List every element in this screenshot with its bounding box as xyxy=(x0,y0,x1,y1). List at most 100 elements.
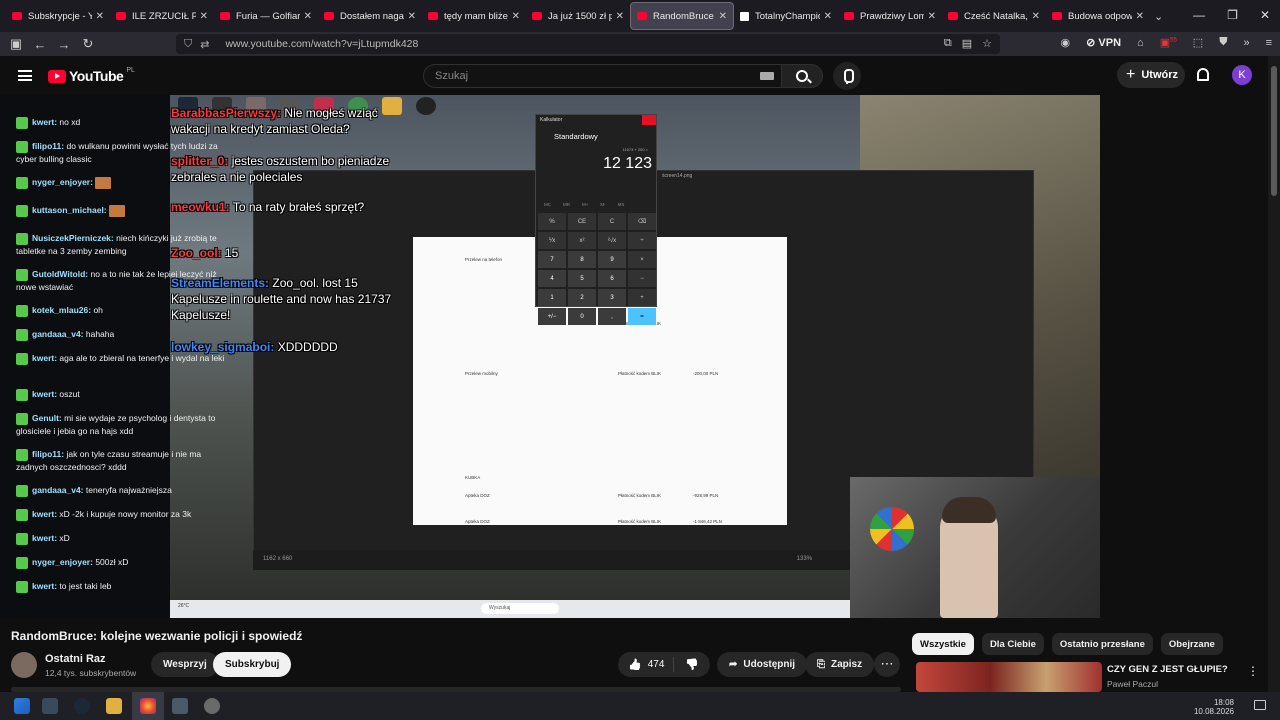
recommendation-channel[interactable]: Paweł Paczul xyxy=(1107,679,1158,689)
app-menu-icon[interactable]: ≡ xyxy=(1266,37,1272,49)
chat-text: teneryfa najważniejsza xyxy=(85,485,172,495)
tab-close-icon[interactable]: ✕ xyxy=(512,11,520,22)
tab-title: Cześć Natalka, mo xyxy=(964,10,1028,22)
vpn-button[interactable]: ⊘ VPN xyxy=(1086,36,1121,49)
forward-icon[interactable]: → xyxy=(52,37,76,52)
minimize-icon[interactable]: — xyxy=(1193,8,1205,22)
search-input[interactable]: Szukaj xyxy=(423,64,785,88)
page-scrollbar[interactable] xyxy=(1268,56,1280,692)
browser-tab[interactable]: Cześć Natalka, mo ✕ xyxy=(942,2,1046,30)
channel-name[interactable]: Ostatni Raz xyxy=(45,653,106,665)
browser-tab[interactable]: RandomBruce ✕ xyxy=(630,2,734,30)
recommendation-filter-chips: Wszystkie Dla Ciebie Ostatnio przesłane Obe… xyxy=(912,633,1223,655)
steam-icon[interactable] xyxy=(74,698,90,714)
search-button[interactable] xyxy=(781,64,823,88)
start-icon[interactable] xyxy=(14,698,30,714)
chat-badge-icon xyxy=(16,484,28,497)
browser-tab[interactable]: ILE ZRZUCIŁ PO P ✕ xyxy=(110,2,214,30)
firefox-icon[interactable] xyxy=(140,698,156,714)
browser-tab[interactable]: Dostałem naganę ✕ xyxy=(318,2,422,30)
transaction-amount: -1 846,42 PLN xyxy=(693,519,723,524)
video-player[interactable]: kwert: no xd filipo11: do wulkanu powinni… xyxy=(0,95,1100,618)
bookmark-star-icon[interactable]: ☆ xyxy=(982,37,992,50)
picture-in-picture-icon[interactable]: ⧉ xyxy=(944,37,952,50)
filter-chip[interactable]: Obejrzane xyxy=(1160,633,1223,655)
tab-close-icon[interactable]: ✕ xyxy=(1032,11,1040,22)
vpn-label: VPN xyxy=(1098,37,1122,49)
extension-icon[interactable]: ◉ xyxy=(1061,36,1071,49)
create-button[interactable]: + Utwórz xyxy=(1117,62,1185,88)
overlay-chat-line: meowku1: To na raty brałeś sprzęt? xyxy=(171,199,401,215)
shield-icon[interactable]: ⛉ xyxy=(184,38,192,51)
more-tools-icon[interactable]: » xyxy=(1243,37,1249,49)
filter-chip[interactable]: Ostatnio przesłane xyxy=(1051,633,1153,655)
dislike-button[interactable] xyxy=(674,658,710,671)
system-clock[interactable]: 18:08 10.08.2026 xyxy=(1194,698,1234,716)
browser-tab[interactable]: tędy mam bliżej - ✕ xyxy=(422,2,526,30)
restore-icon[interactable]: ❐ xyxy=(1227,8,1238,22)
join-button[interactable]: Wesprzyj xyxy=(151,652,219,677)
scrollbar-thumb[interactable] xyxy=(1271,66,1277,196)
share-button[interactable]: ➦ Udostępnij xyxy=(717,652,808,677)
notifications-icon[interactable] xyxy=(1254,700,1266,710)
recommendation-thumbnail[interactable] xyxy=(916,662,1102,692)
ublock-icon[interactable]: ⛊ xyxy=(1219,36,1227,49)
adblock-icon[interactable]: ▣55 xyxy=(1160,36,1177,49)
browser-tab[interactable]: Budowa odpowiad ✕ xyxy=(1046,2,1150,30)
chat-username: filipo11: xyxy=(32,141,65,151)
sidebar-toggle-icon[interactable]: ▣ xyxy=(4,36,28,52)
explorer-icon[interactable] xyxy=(42,698,58,714)
reload-icon[interactable]: ↻ xyxy=(76,36,100,52)
chat-username: kwert: xyxy=(32,509,58,519)
browser-tab[interactable]: Prawdziwy Lombar ✕ xyxy=(838,2,942,30)
browser-tab[interactable]: Ja już 1500 zł płac ✕ xyxy=(526,2,630,30)
calculator-key: ⅟x xyxy=(538,232,566,249)
chat-username: kotek_mlau26: xyxy=(32,305,92,315)
keyboard-icon[interactable] xyxy=(760,72,774,80)
tab-close-icon[interactable]: ✕ xyxy=(824,11,832,22)
filter-chip[interactable]: Dla Ciebie xyxy=(981,633,1044,655)
recommendation-title[interactable]: CZY GEN Z JEST GŁUPIE? xyxy=(1107,664,1228,675)
tab-close-icon[interactable]: ✕ xyxy=(616,11,624,22)
calculator-display: 12 123 xyxy=(603,155,652,172)
tab-list-chevron-icon[interactable]: ⌄ xyxy=(1154,10,1163,23)
like-button[interactable]: 474 xyxy=(618,657,674,672)
tab-close-icon[interactable]: ✕ xyxy=(928,11,936,22)
close-window-icon[interactable]: ✕ xyxy=(1260,8,1270,22)
channel-avatar[interactable] xyxy=(11,652,37,678)
tab-close-icon[interactable]: ✕ xyxy=(719,11,727,22)
permissions-icon[interactable]: ⇄ xyxy=(200,38,209,51)
filter-chip[interactable]: Wszystkie xyxy=(912,633,974,655)
back-icon[interactable]: ← xyxy=(28,37,52,52)
chat-badge-icon xyxy=(16,412,28,425)
tab-title: Furia — Golfiarze xyxy=(236,10,300,22)
app-icon[interactable] xyxy=(204,698,220,714)
browser-tab[interactable]: Subskrypcje - YouTube ✕ xyxy=(6,2,110,30)
tab-title: TotalnyChampion xyxy=(755,10,820,22)
save-button[interactable]: ⎘ Zapisz xyxy=(805,652,875,677)
browser-tab[interactable]: TotalnyChampion ✕ xyxy=(734,2,838,30)
reader-view-icon[interactable]: ▤ xyxy=(962,37,972,50)
notifications-bell-icon[interactable] xyxy=(1197,68,1209,81)
tab-close-icon[interactable]: ✕ xyxy=(304,11,312,22)
tab-close-icon[interactable]: ✕ xyxy=(408,11,416,22)
tab-close-icon[interactable]: ✕ xyxy=(96,11,104,22)
voice-search-mic-icon[interactable] xyxy=(833,62,861,90)
chat-text: hahaha xyxy=(85,329,115,339)
puzzle-icon[interactable]: ⌂ xyxy=(1137,37,1144,49)
account-icon[interactable]: ⬚ xyxy=(1193,36,1203,49)
hamburger-menu-icon[interactable] xyxy=(18,70,32,81)
url-text[interactable]: www.youtube.com/watch?v=jLtupmdk428 xyxy=(225,38,418,50)
address-bar[interactable]: ⛉ ⇄ www.youtube.com/watch?v=jLtupmdk428 … xyxy=(176,34,1000,54)
tab-close-icon[interactable]: ✕ xyxy=(200,11,208,22)
calculator-icon[interactable] xyxy=(172,698,188,714)
youtube-logo[interactable]: YouTube PL xyxy=(48,67,135,84)
tab-close-icon[interactable]: ✕ xyxy=(1136,11,1144,22)
subscribe-button[interactable]: Subskrybuj xyxy=(213,652,292,677)
account-avatar[interactable]: K xyxy=(1232,65,1252,85)
browser-tab[interactable]: Furia — Golfiarze ✕ xyxy=(214,2,318,30)
more-actions-icon[interactable]: ⋯ xyxy=(874,652,900,677)
recommendation-menu-icon[interactable]: ⋮ xyxy=(1247,664,1259,678)
browser-tab-strip: Subskrypcje - YouTube✕ILE ZRZUCIŁ PO P✕F… xyxy=(0,0,1280,32)
folder-icon[interactable] xyxy=(106,698,122,714)
